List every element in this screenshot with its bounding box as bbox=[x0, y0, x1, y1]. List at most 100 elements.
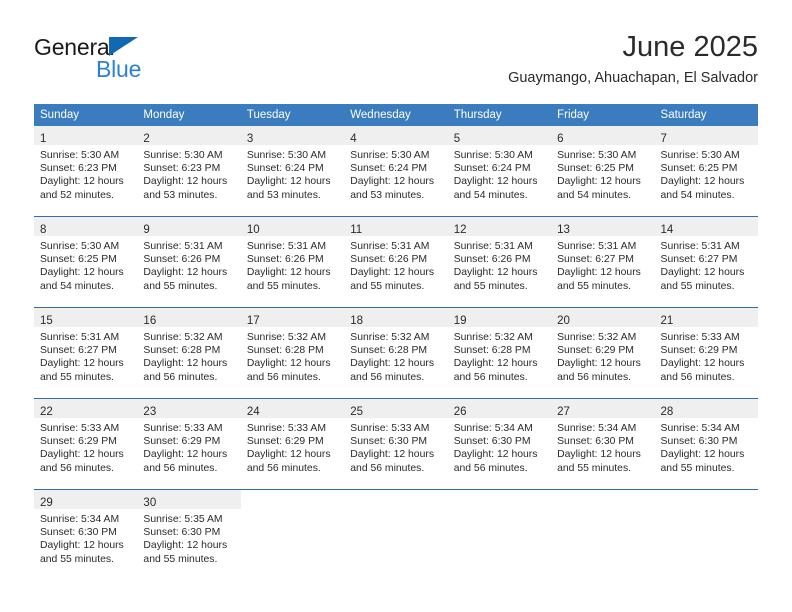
day-cell[interactable]: 2 Sunrise: 5:30 AM Sunset: 6:23 PM Daylight… bbox=[137, 126, 241, 216]
day-number-band bbox=[448, 490, 551, 509]
sunrise-text: Sunrise: 5:33 AM bbox=[40, 423, 120, 434]
sunrise-text: Sunrise: 5:32 AM bbox=[350, 332, 430, 343]
calendar-cell: 25 Sunrise: 5:33 AM Sunset: 6:30 PM Dayligh… bbox=[344, 398, 448, 490]
sunrise-text: Sunrise: 5:30 AM bbox=[143, 150, 223, 161]
calendar-cell: 24 Sunrise: 5:33 AM Sunset: 6:29 PM Dayligh… bbox=[240, 398, 345, 490]
day-cell-empty bbox=[241, 490, 344, 580]
day-number-band: 13 bbox=[551, 217, 655, 236]
day-events: Sunrise: 5:32 AM Sunset: 6:28 PM Daylight:… bbox=[344, 327, 447, 384]
day-events: Sunrise: 5:30 AM Sunset: 6:24 PM Daylight:… bbox=[344, 145, 447, 202]
day-number-band bbox=[344, 490, 447, 509]
day-cell[interactable]: 7 Sunrise: 5:30 AM Sunset: 6:25 PM Daylight… bbox=[654, 126, 758, 216]
sunrise-text: Sunrise: 5:31 AM bbox=[40, 332, 120, 343]
sunset-text: Sunset: 6:25 PM bbox=[557, 163, 634, 175]
day-cell[interactable]: 28 Sunrise: 5:34 AM Sunset: 6:30 PM Dayligh… bbox=[654, 399, 758, 489]
daylight-text-line2: and 55 minutes. bbox=[143, 280, 218, 292]
calendar-cell: 11 Sunrise: 5:31 AM Sunset: 6:26 PM Dayligh… bbox=[344, 216, 448, 308]
weekday-header-sunday: Sunday bbox=[34, 104, 138, 126]
day-number-band bbox=[551, 490, 654, 509]
daylight-text-line1: Daylight: 12 hours bbox=[453, 176, 538, 188]
day-number-band: 4 bbox=[344, 126, 448, 145]
day-number: 12 bbox=[453, 224, 467, 236]
day-cell[interactable]: 14 Sunrise: 5:31 AM Sunset: 6:27 PM Dayligh… bbox=[654, 217, 758, 307]
daylight-text-line1: Daylight: 12 hours bbox=[246, 449, 331, 461]
day-cell[interactable]: 16 Sunrise: 5:32 AM Sunset: 6:28 PM Dayligh… bbox=[137, 308, 241, 398]
weekday-header-friday: Friday bbox=[551, 104, 655, 126]
sunrise-text: Sunrise: 5:33 AM bbox=[350, 423, 430, 434]
day-events: Sunrise: 5:32 AM Sunset: 6:28 PM Daylight:… bbox=[137, 327, 240, 384]
day-cell[interactable]: 24 Sunrise: 5:33 AM Sunset: 6:29 PM Dayligh… bbox=[240, 399, 345, 489]
sunset-text: Sunset: 6:30 PM bbox=[143, 527, 221, 539]
day-cell[interactable]: 1 Sunrise: 5:30 AM Sunset: 6:23 PM Daylight… bbox=[34, 126, 138, 216]
day-cell[interactable]: 30 Sunrise: 5:35 AM Sunset: 6:30 PM Dayligh… bbox=[137, 490, 241, 580]
sunrise-text: Sunrise: 5:32 AM bbox=[246, 332, 326, 343]
day-cell[interactable]: 9 Sunrise: 5:31 AM Sunset: 6:26 PM Daylight… bbox=[137, 217, 241, 307]
day-number-band bbox=[655, 490, 758, 509]
day-cell[interactable]: 13 Sunrise: 5:31 AM Sunset: 6:27 PM Dayligh… bbox=[551, 217, 655, 307]
daylight-text-line2: and 54 minutes. bbox=[557, 189, 632, 201]
day-number-band: 2 bbox=[137, 126, 241, 145]
daylight-text-line1: Daylight: 12 hours bbox=[557, 267, 641, 279]
day-cell[interactable]: 5 Sunrise: 5:30 AM Sunset: 6:24 PM Daylight… bbox=[447, 126, 552, 216]
calendar-cell: 21 Sunrise: 5:33 AM Sunset: 6:29 PM Dayligh… bbox=[654, 307, 758, 399]
daylight-text-line2: and 56 minutes. bbox=[453, 462, 528, 474]
sunrise-text: Sunrise: 5:30 AM bbox=[453, 150, 533, 161]
calendar-cell: 2 Sunrise: 5:30 AM Sunset: 6:23 PM Daylight… bbox=[137, 126, 241, 217]
day-number: 10 bbox=[246, 224, 260, 236]
day-number: 21 bbox=[660, 315, 674, 327]
day-cell[interactable]: 19 Sunrise: 5:32 AM Sunset: 6:28 PM Dayligh… bbox=[447, 308, 552, 398]
day-cell[interactable]: 20 Sunrise: 5:32 AM Sunset: 6:29 PM Dayligh… bbox=[551, 308, 655, 398]
day-events: Sunrise: 5:32 AM Sunset: 6:29 PM Daylight:… bbox=[551, 327, 654, 384]
weekday-header-monday: Monday bbox=[137, 104, 241, 126]
day-number: 15 bbox=[40, 315, 53, 327]
day-number-band: 27 bbox=[551, 399, 655, 418]
day-cell[interactable]: 8 Sunrise: 5:30 AM Sunset: 6:25 PM Daylight… bbox=[34, 217, 138, 307]
calendar-table: Sunday Monday Tuesday Wednesday Thursday… bbox=[34, 104, 758, 580]
sunset-text: Sunset: 6:27 PM bbox=[40, 345, 117, 357]
day-cell[interactable]: 6 Sunrise: 5:30 AM Sunset: 6:25 PM Daylight… bbox=[551, 126, 655, 216]
daylight-text-line2: and 56 minutes. bbox=[557, 371, 632, 383]
day-cell[interactable]: 3 Sunrise: 5:30 AM Sunset: 6:24 PM Daylight… bbox=[240, 126, 345, 216]
day-events: Sunrise: 5:32 AM Sunset: 6:28 PM Daylight:… bbox=[448, 327, 551, 384]
day-number-band: 22 bbox=[34, 399, 138, 418]
page-title: June 2025 bbox=[622, 31, 758, 63]
day-events: Sunrise: 5:32 AM Sunset: 6:28 PM Daylight:… bbox=[241, 327, 344, 384]
day-cell[interactable]: 11 Sunrise: 5:31 AM Sunset: 6:26 PM Dayligh… bbox=[344, 217, 448, 307]
day-cell[interactable]: 29 Sunrise: 5:34 AM Sunset: 6:30 PM Dayligh… bbox=[34, 490, 138, 580]
day-cell[interactable]: 10 Sunrise: 5:31 AM Sunset: 6:26 PM Dayligh… bbox=[240, 217, 345, 307]
day-events: Sunrise: 5:30 AM Sunset: 6:23 PM Daylight:… bbox=[34, 145, 137, 202]
day-events: Sunrise: 5:31 AM Sunset: 6:27 PM Daylight:… bbox=[34, 327, 137, 384]
daylight-text-line1: Daylight: 12 hours bbox=[143, 449, 228, 461]
day-cell[interactable]: 26 Sunrise: 5:34 AM Sunset: 6:30 PM Dayligh… bbox=[447, 399, 552, 489]
daylight-text-line2: and 55 minutes. bbox=[40, 553, 114, 565]
day-number: 24 bbox=[246, 406, 260, 418]
calendar-cell bbox=[551, 489, 655, 580]
day-events: Sunrise: 5:31 AM Sunset: 6:27 PM Daylight:… bbox=[551, 236, 654, 293]
day-events bbox=[448, 509, 551, 513]
day-number-band: 7 bbox=[654, 126, 758, 145]
sunrise-text: Sunrise: 5:33 AM bbox=[143, 423, 223, 434]
day-cell[interactable]: 4 Sunrise: 5:30 AM Sunset: 6:24 PM Daylight… bbox=[344, 126, 448, 216]
day-cell[interactable]: 12 Sunrise: 5:31 AM Sunset: 6:26 PM Dayligh… bbox=[447, 217, 552, 307]
day-cell[interactable]: 22 Sunrise: 5:33 AM Sunset: 6:29 PM Dayligh… bbox=[34, 399, 138, 489]
day-events: Sunrise: 5:34 AM Sunset: 6:30 PM Daylight:… bbox=[551, 418, 654, 475]
day-cell[interactable]: 27 Sunrise: 5:34 AM Sunset: 6:30 PM Dayligh… bbox=[551, 399, 655, 489]
sunset-text: Sunset: 6:29 PM bbox=[40, 436, 117, 448]
day-cell[interactable]: 15 Sunrise: 5:31 AM Sunset: 6:27 PM Dayligh… bbox=[34, 308, 138, 398]
day-cell[interactable]: 18 Sunrise: 5:32 AM Sunset: 6:28 PM Dayligh… bbox=[344, 308, 448, 398]
day-cell[interactable]: 21 Sunrise: 5:33 AM Sunset: 6:29 PM Dayligh… bbox=[654, 308, 758, 398]
calendar-cell: 23 Sunrise: 5:33 AM Sunset: 6:29 PM Dayligh… bbox=[137, 398, 241, 490]
daylight-text-line1: Daylight: 12 hours bbox=[660, 358, 745, 370]
day-number: 1 bbox=[40, 133, 47, 145]
daylight-text-line1: Daylight: 12 hours bbox=[453, 358, 538, 370]
day-number-band: 21 bbox=[654, 308, 758, 327]
daylight-text-line2: and 56 minutes. bbox=[350, 462, 425, 474]
day-cell[interactable]: 25 Sunrise: 5:33 AM Sunset: 6:30 PM Dayligh… bbox=[344, 399, 448, 489]
calendar-cell: 27 Sunrise: 5:34 AM Sunset: 6:30 PM Dayligh… bbox=[551, 398, 655, 490]
day-cell[interactable]: 23 Sunrise: 5:33 AM Sunset: 6:29 PM Dayligh… bbox=[137, 399, 241, 489]
day-cell[interactable]: 17 Sunrise: 5:32 AM Sunset: 6:28 PM Dayligh… bbox=[240, 308, 345, 398]
daylight-text-line2: and 54 minutes. bbox=[660, 189, 735, 201]
calendar-cell bbox=[344, 489, 448, 580]
sunset-text: Sunset: 6:29 PM bbox=[557, 345, 634, 357]
day-cell-empty bbox=[448, 490, 551, 580]
